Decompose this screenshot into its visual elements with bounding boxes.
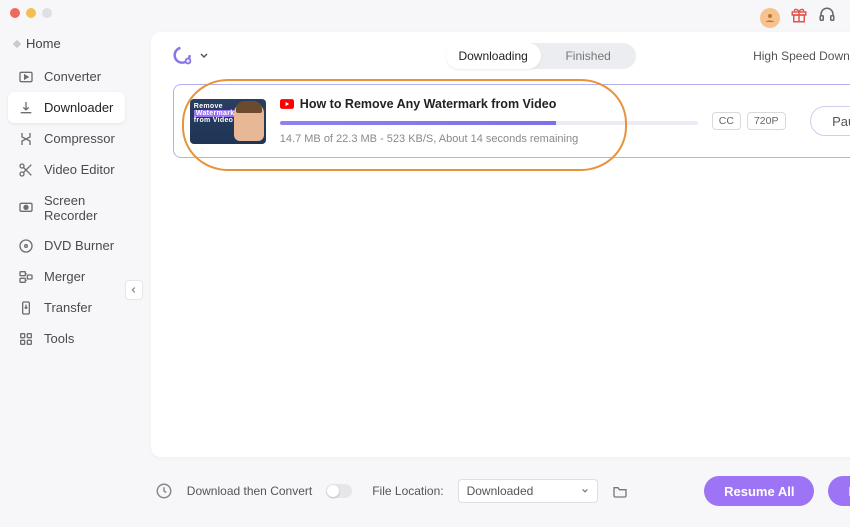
resume-all-button[interactable]: Resume All xyxy=(704,476,814,506)
add-url-button[interactable] xyxy=(173,46,209,66)
download-status: 14.7 MB of 22.3 MB - 523 KB/S, About 14 … xyxy=(280,133,698,145)
progress-bar xyxy=(280,121,698,125)
disc-icon xyxy=(18,238,34,254)
sidebar-item-video-editor[interactable]: Video Editor xyxy=(8,154,125,185)
compressor-icon xyxy=(18,131,34,147)
download-panel: Downloading Finished High Speed Download… xyxy=(151,32,850,457)
sidebar-item-merger[interactable]: Merger xyxy=(8,261,125,292)
file-location-label: File Location: xyxy=(372,484,443,498)
resolution-chip[interactable]: 720P xyxy=(747,112,786,130)
home-heading: Home xyxy=(0,32,133,61)
sidebar-item-converter[interactable]: Converter xyxy=(8,61,125,92)
window-titlebar xyxy=(0,0,850,26)
gift-icon[interactable] xyxy=(790,6,808,29)
sidebar-item-dvd-burner[interactable]: DVD Burner xyxy=(8,230,125,261)
tab-downloading[interactable]: Downloading xyxy=(446,43,541,69)
tab-switch: Downloading Finished xyxy=(446,43,636,69)
sidebar: Home Converter Downloader Compressor Vid… xyxy=(0,26,133,527)
merger-icon xyxy=(18,269,34,285)
tab-finished[interactable]: Finished xyxy=(541,43,636,69)
tools-icon xyxy=(18,331,34,347)
sidebar-item-transfer[interactable]: Transfer xyxy=(8,292,125,323)
cc-chip[interactable]: CC xyxy=(712,112,741,130)
footer-bar: Download then Convert File Location: Dow… xyxy=(151,467,850,515)
video-title: How to Remove Any Watermark from Video xyxy=(300,97,557,111)
download-item[interactable]: RemoveWatermarkfrom Video How to Remove … xyxy=(173,84,850,158)
downloader-icon xyxy=(18,100,34,116)
converter-icon xyxy=(18,69,34,85)
download-then-convert-label: Download then Convert xyxy=(187,484,312,498)
sidebar-item-screen-recorder[interactable]: Screen Recorder xyxy=(8,185,125,230)
transfer-icon xyxy=(18,300,34,316)
open-folder-icon[interactable] xyxy=(612,484,628,498)
history-icon[interactable] xyxy=(155,482,173,500)
sidebar-item-compressor[interactable]: Compressor xyxy=(8,123,125,154)
collapse-sidebar-button[interactable] xyxy=(125,280,143,300)
sidebar-item-tools[interactable]: Tools xyxy=(8,323,125,354)
headset-icon[interactable] xyxy=(818,6,836,29)
minimize-window-dot[interactable] xyxy=(26,8,36,18)
high-speed-label: High Speed Download xyxy=(753,49,850,63)
video-thumbnail: RemoveWatermarkfrom Video xyxy=(190,99,266,144)
close-window-dot[interactable] xyxy=(10,8,20,18)
chevron-down-icon xyxy=(199,51,209,61)
youtube-icon xyxy=(280,99,294,109)
chevron-down-icon xyxy=(581,487,589,495)
screen-recorder-icon xyxy=(18,200,34,216)
pause-all-button[interactable]: Pause All xyxy=(828,476,850,506)
add-url-icon xyxy=(173,46,193,66)
file-location-select[interactable]: Downloaded xyxy=(458,479,598,503)
user-avatar[interactable] xyxy=(760,8,780,28)
scissors-icon xyxy=(18,162,34,178)
download-then-convert-toggle[interactable] xyxy=(326,484,352,498)
pause-button[interactable]: Pause xyxy=(810,106,850,136)
sidebar-item-downloader[interactable]: Downloader xyxy=(8,92,125,123)
maximize-window-dot xyxy=(42,8,52,18)
